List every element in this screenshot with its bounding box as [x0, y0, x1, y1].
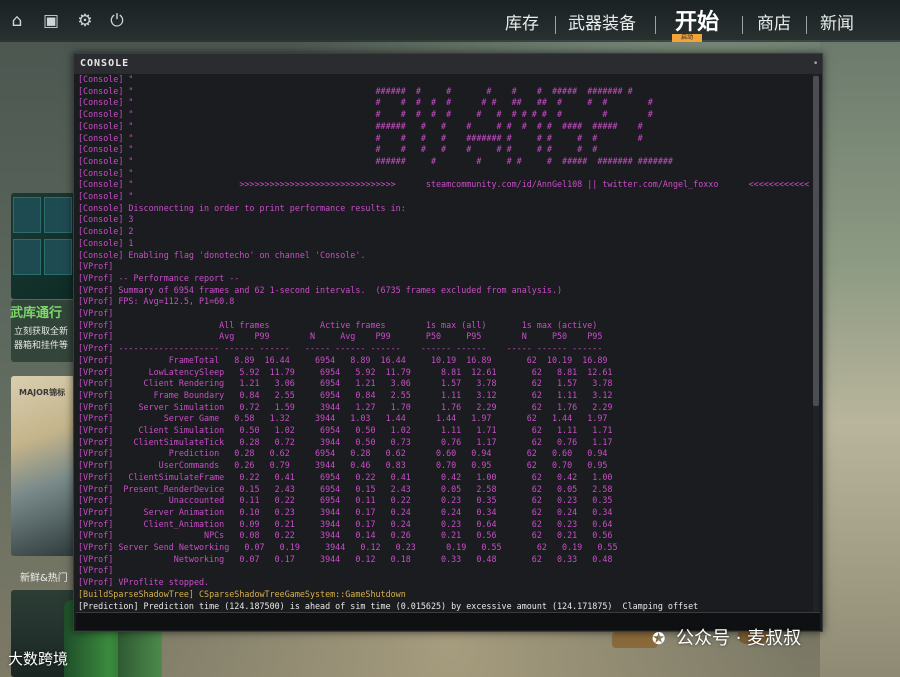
armory-pass-desc: 器箱和挂件等 — [14, 341, 69, 351]
console-line: [VProf] Server Animation 0.10 0.23 3944 … — [78, 506, 613, 517]
console-line: [VProf] Client Rendering 1.21 3.06 6954 … — [78, 378, 613, 389]
close-icon[interactable]: • — [813, 59, 819, 69]
gear-icon[interactable]: ⚙ — [76, 12, 94, 30]
console-output[interactable]: [Console] " [Console] " ###### # # # # # … — [78, 74, 809, 612]
console-line: [VProf] -------------------- ------ ----… — [78, 343, 603, 354]
console-line: [VProf] Avg P99 N Avg P99 P50 P95 N P50 … — [78, 331, 603, 342]
background-scenery-right — [820, 40, 900, 677]
console-line: [VProf] Present_RenderDevice 0.15 2.43 6… — [78, 483, 613, 494]
console-line: [Console] " — [78, 74, 134, 84]
console-line: [VProf] Client Simulation 0.50 1.02 6954… — [78, 425, 613, 435]
console-line: [Console] " # # # # # # # # # # # # # # — [78, 109, 653, 120]
console-line: [Console] 2 — [78, 226, 134, 237]
console-line: [Console] " ###### # # # # # ##### #####… — [78, 85, 633, 96]
console-line: [BuildSparseShadowTree] CSparseShadowTre… — [78, 588, 406, 599]
console-line: [Console] 3 — [78, 214, 134, 225]
tv-icon[interactable]: ▣ — [42, 12, 60, 30]
nav-play[interactable]: 开始 — [675, 10, 719, 36]
console-line: [VProf] — [78, 565, 114, 576]
nav-loadout[interactable]: 武器装备 — [568, 14, 636, 34]
item-tile[interactable] — [44, 197, 72, 233]
console-line: [VProf] All frames Active frames 1s max … — [78, 319, 598, 330]
home-icon[interactable]: ⌂ — [8, 12, 26, 30]
console-line: [VProf] Server Simulation 0.72 1.59 3944… — [78, 401, 613, 412]
console-line: [Console] " >>>>>>>>>>>>>>>>>>>>>>>>>>>>… — [78, 179, 809, 190]
console-line: [Console] " # # # # ####### # # # # # # — [78, 132, 643, 143]
console-line: [Console] " — [78, 191, 134, 201]
item-tile[interactable] — [44, 239, 72, 275]
console-line: [Prediction] Prediction time (124.187500… — [78, 600, 699, 611]
watermark-right: 公众号 · 麦叔叔 — [676, 628, 802, 649]
console-line: [VProf] Networking 0.07 0.17 3944 0.12 0… — [78, 553, 613, 564]
nav-inventory[interactable]: 库存 — [505, 14, 539, 34]
major-promo-panel[interactable] — [11, 376, 75, 556]
console-line: [VProf] NPCs 0.08 0.22 3944 0.14 0.26 0.… — [78, 530, 613, 541]
console-title: CONSOLE — [80, 58, 130, 69]
nav-news[interactable]: 新闻 — [820, 14, 854, 34]
console-window: CONSOLE • [Console] " [Console] " ###### … — [73, 53, 823, 632]
nav-store[interactable]: 商店 — [757, 14, 791, 34]
console-line: [VProf] FPS: Avg=112.5, P1=60.8 — [78, 296, 235, 307]
console-titlebar[interactable]: CONSOLE • — [74, 54, 822, 74]
power-icon[interactable]: ⏻ — [108, 12, 126, 30]
console-line: [VProf] LowLatencySleep 5.92 11.79 6954 … — [78, 366, 613, 377]
promo-item-tiles[interactable] — [11, 193, 75, 299]
console-line: [VProf] -- Performance report -- — [78, 272, 240, 283]
console-line: [VProf] — [78, 308, 114, 318]
wechat-icon: ✪ — [652, 629, 666, 648]
console-line: [VProf] Client_Animation 0.09 0.21 3944 … — [78, 518, 613, 529]
console-line: [VProf] Prediction 0.28 0.62 6954 0.28 0… — [78, 448, 608, 459]
item-tile[interactable] — [13, 197, 41, 233]
console-line: [Console] " ###### # # # # # # # # #### … — [78, 120, 643, 131]
watermark-left: 大数跨境 — [8, 650, 69, 668]
console-line: [VProf] FrameTotal 8.89 16.44 6954 8.89 … — [78, 354, 608, 365]
console-line: [VProf] Summary of 6954 frames and 62 1-… — [78, 284, 563, 295]
console-line: [Console] " # # # # # # # # # # # — [78, 144, 598, 155]
console-line: [Console] 1 — [78, 237, 134, 248]
console-line: [Console] " ###### # # # # # ##### #####… — [78, 155, 673, 166]
console-line: [VProf] ClientSimulateFrame 0.22 0.41 69… — [78, 471, 613, 482]
console-line: [VProf] Unaccounted 0.11 0.22 6954 0.11 … — [78, 495, 613, 506]
armory-pass-title: 武库通行 — [10, 306, 63, 321]
console-line: [VProf] — [78, 261, 114, 272]
console-line: [VProf] UserCommands 0.26 0.79 3944 0.46… — [78, 460, 608, 471]
console-line: [VProf] ClientSimulateTick 0.28 0.72 394… — [78, 436, 613, 447]
top-nav-bar: ⌂ ▣ ⚙ ⏻ 库存 武器装备 开始 启动 商店 新闻 — [0, 0, 900, 42]
armory-pass-desc: 立刻获取全新 — [14, 327, 69, 337]
console-line: [VProf] VProflite stopped. — [78, 577, 210, 588]
nav-divider — [655, 16, 656, 34]
nav-divider — [555, 16, 556, 34]
console-line: [Console] " # # # # # # # ## ## # # # # — [78, 97, 653, 108]
play-badge: 启动 — [672, 34, 702, 42]
new-hot-title: 新鲜&热门 — [20, 573, 68, 584]
console-line: [Console] Enabling flag 'donotecho' on c… — [78, 249, 366, 260]
nav-divider — [742, 16, 743, 34]
console-line: [VProf] Frame Boundary 0.84 2.55 6954 0.… — [78, 389, 613, 400]
item-tile[interactable] — [13, 239, 41, 275]
console-line: [Console] Disconnecting in order to prin… — [78, 202, 406, 213]
console-line: [VProf] Server Game 0.58 1.32 3944 1.03 … — [78, 413, 608, 424]
console-line: [Console] " — [78, 167, 134, 178]
console-scrollbar-thumb[interactable] — [813, 76, 819, 406]
console-line: [VProf] Server Send Networking 0.07 0.19… — [78, 542, 618, 552]
nav-divider — [806, 16, 807, 34]
major-promo-title: MAJOR锦标 — [19, 388, 66, 397]
